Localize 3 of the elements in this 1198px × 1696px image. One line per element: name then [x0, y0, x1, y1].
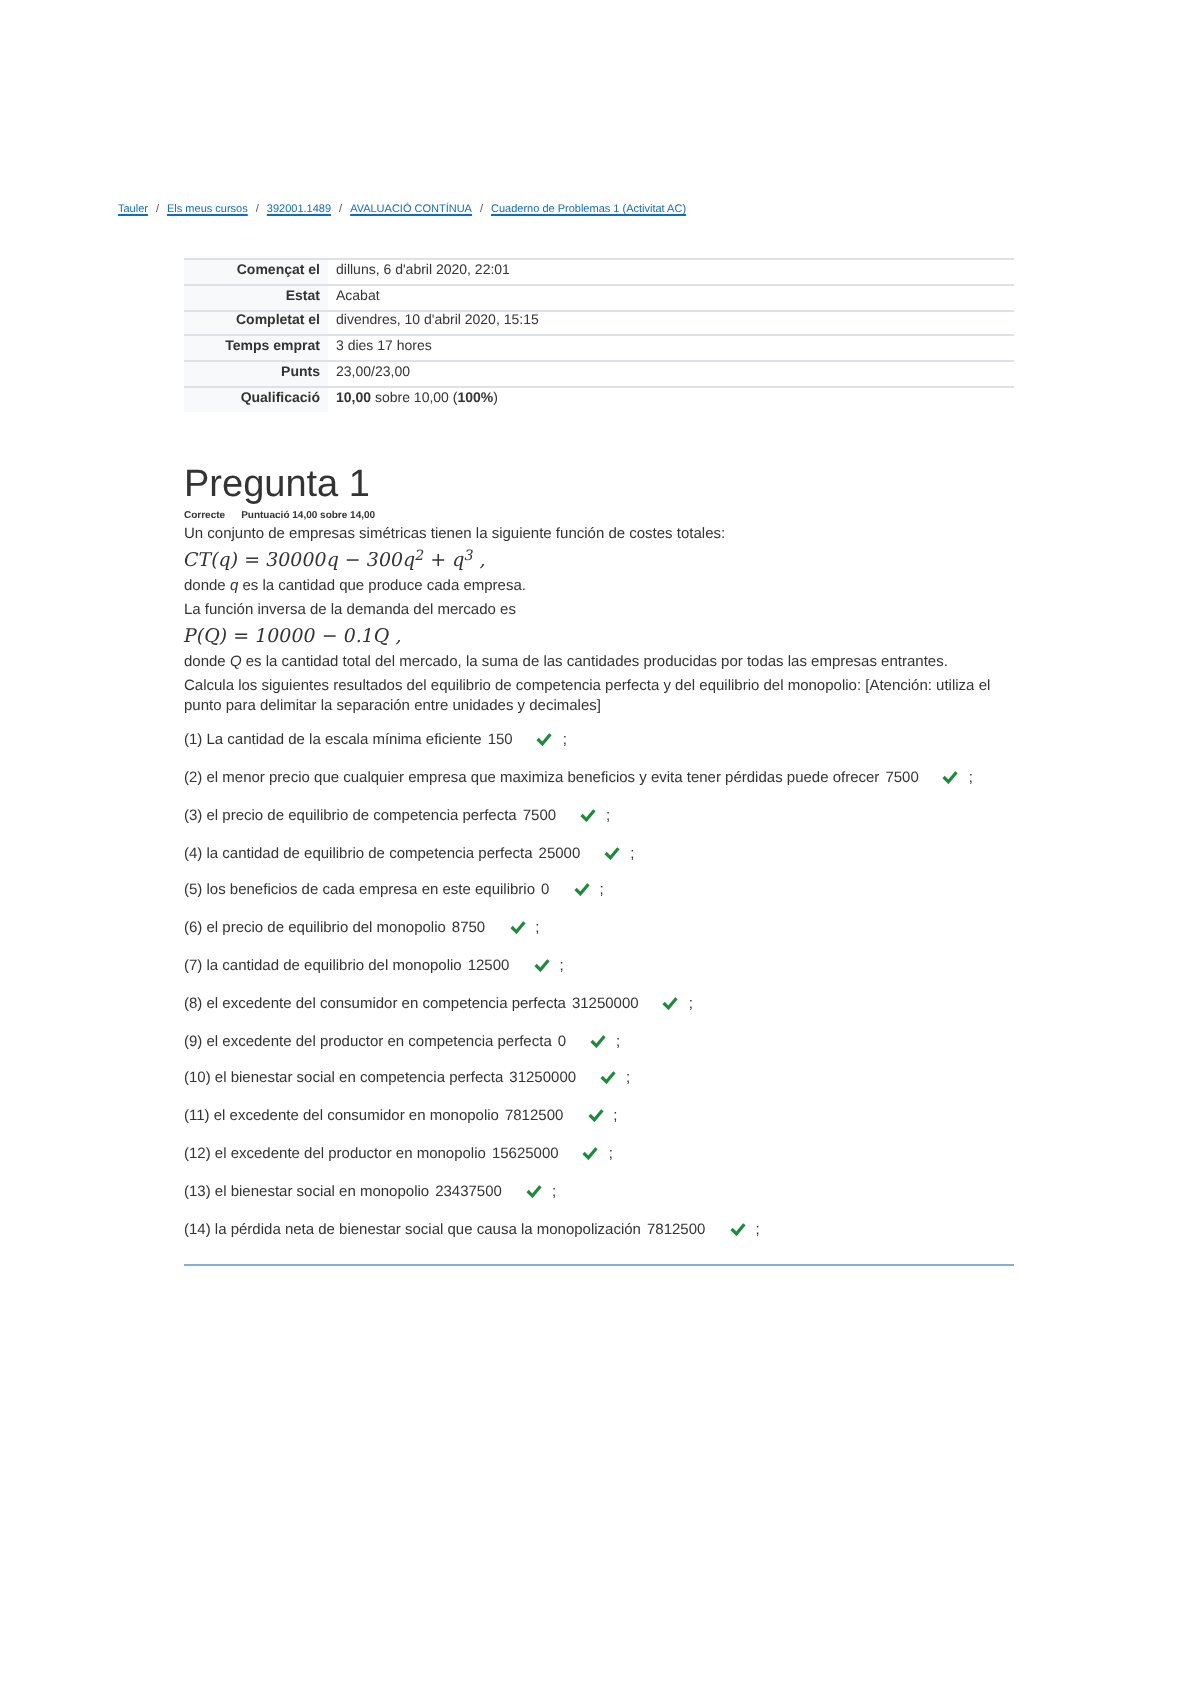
question-title: Pregunta 1: [184, 463, 372, 508]
math-formula: CT(q) = 30000q − 300q$^{2}$ + q$^{3}$ ,: [184, 548, 488, 575]
math-formula: P(Q) = 10000 − 0.1Q ,: [184, 624, 404, 651]
